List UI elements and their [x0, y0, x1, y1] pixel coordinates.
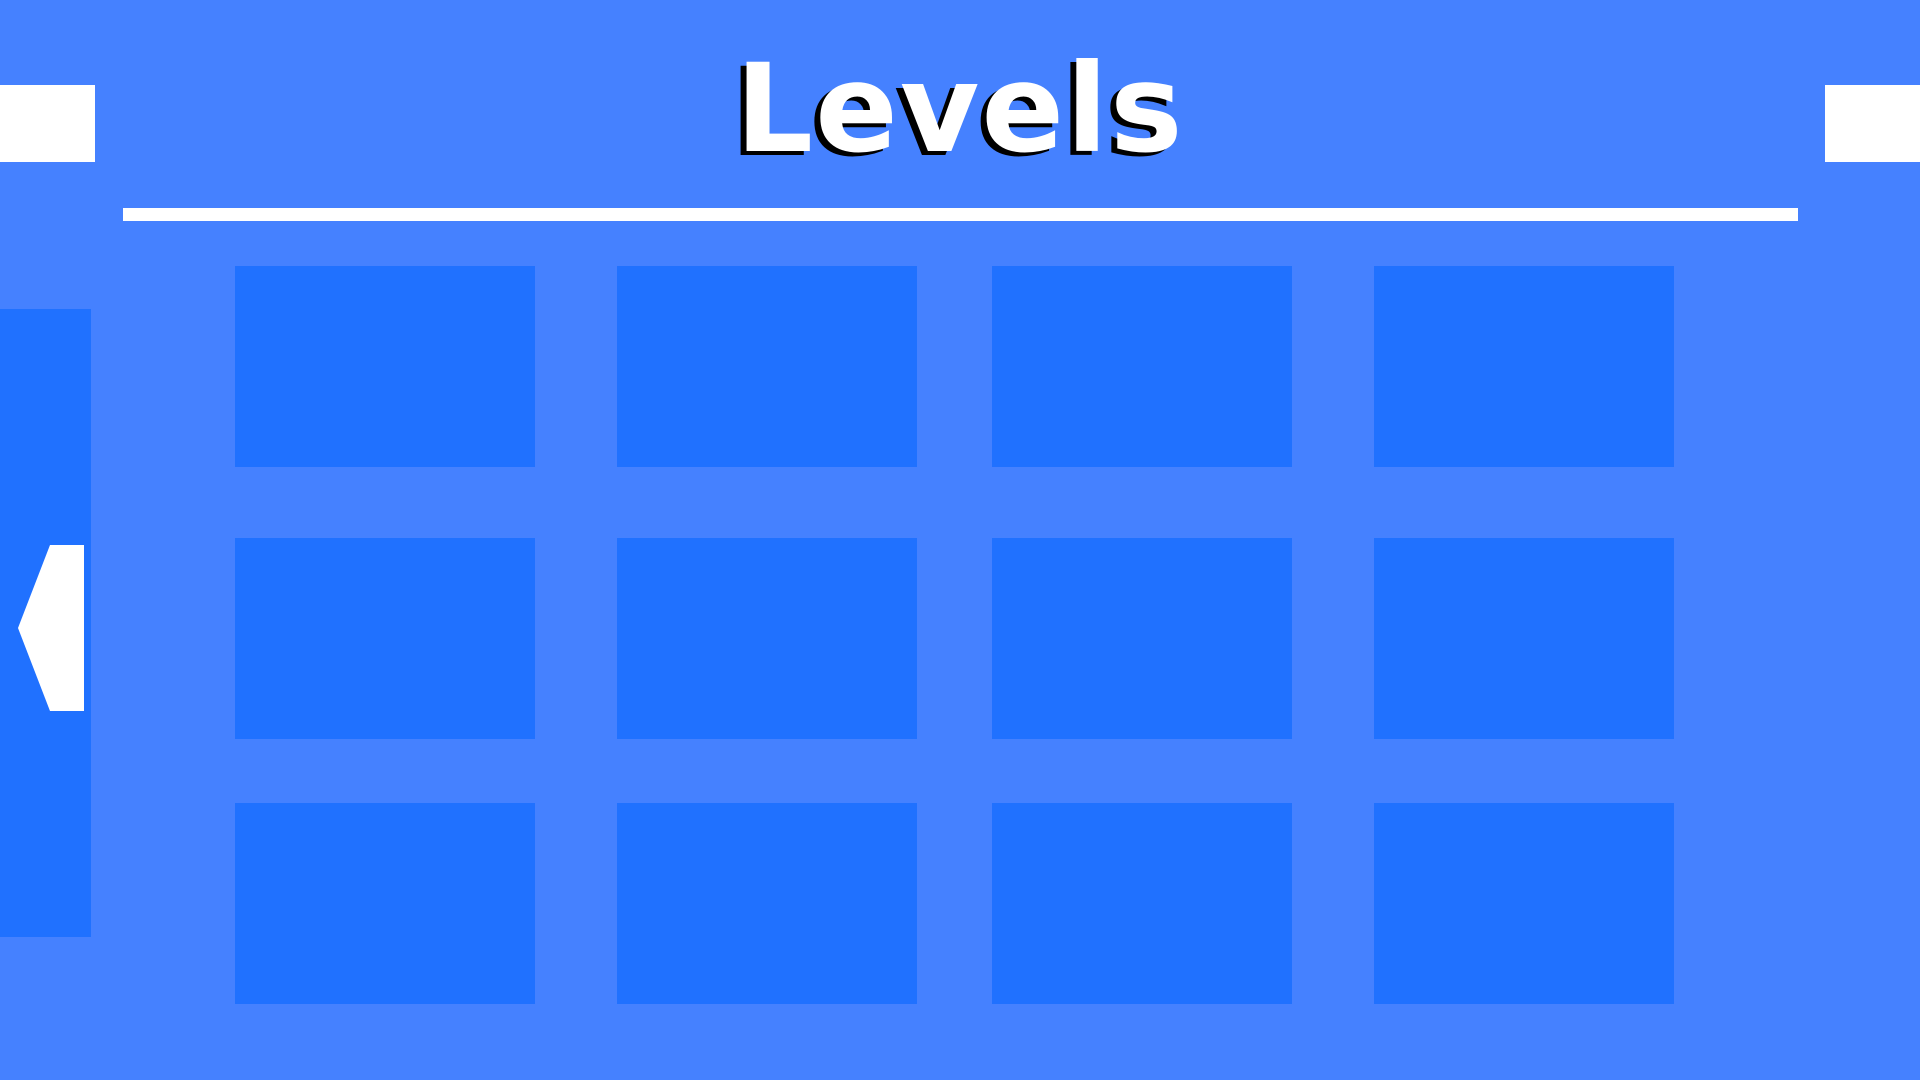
level-slot-2[interactable] — [617, 266, 917, 467]
level-slot-4[interactable] — [1374, 266, 1674, 467]
previous-page-button[interactable] — [0, 309, 91, 937]
page-title: Levels — [735, 38, 1185, 180]
level-slot-8[interactable] — [1374, 538, 1674, 739]
level-slot-10[interactable] — [617, 803, 917, 1004]
level-slot-11[interactable] — [992, 803, 1292, 1004]
title-divider — [123, 208, 1798, 221]
level-slot-6[interactable] — [617, 538, 917, 739]
level-slot-1[interactable] — [235, 266, 535, 467]
level-slot-3[interactable] — [992, 266, 1292, 467]
level-slot-12[interactable] — [1374, 803, 1674, 1004]
level-slot-7[interactable] — [992, 538, 1292, 739]
level-slot-9[interactable] — [235, 803, 535, 1004]
chevron-left-icon — [18, 545, 84, 711]
level-slot-5[interactable] — [235, 538, 535, 739]
